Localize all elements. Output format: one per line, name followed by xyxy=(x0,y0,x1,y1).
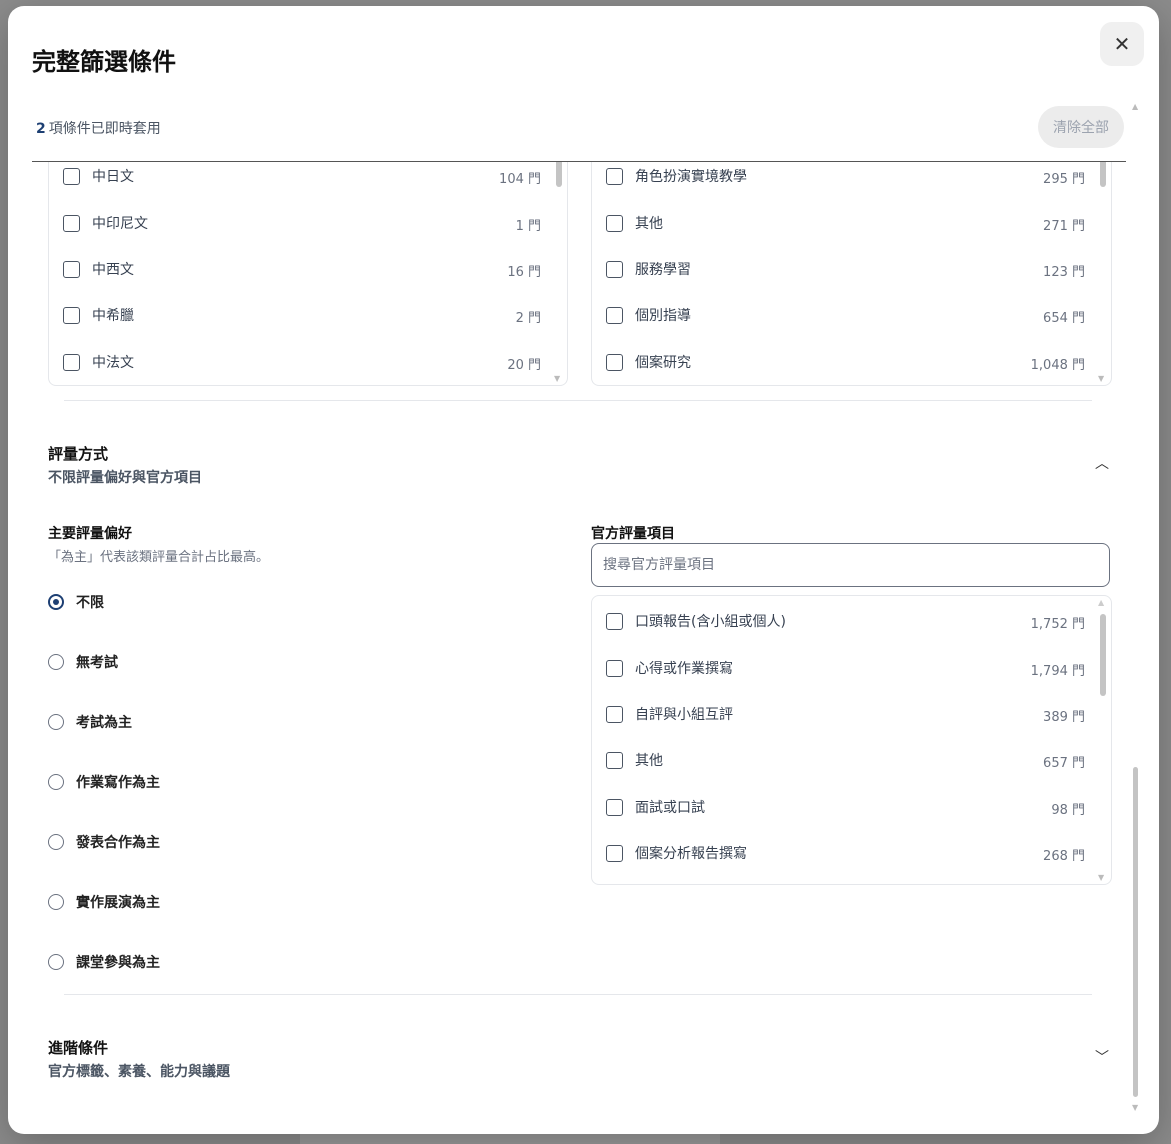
item-count: 271 門 xyxy=(1043,219,1085,234)
checkbox[interactable] xyxy=(63,353,80,371)
clear-all-button[interactable]: 清除全部 xyxy=(1038,106,1124,148)
list-item[interactable]: 服務學習 xyxy=(606,258,691,280)
official-title: 官方評量項目 xyxy=(591,526,675,542)
chevron-up-icon[interactable]: ︿ xyxy=(1095,453,1109,473)
modal-scroll-area: 中日文 104 門 中印尼文 1 門 中西文 16 門 中希臘 2 門 中法文 xyxy=(8,162,1159,1134)
item-count: 20 門 xyxy=(507,358,541,373)
assessment-subtitle: 不限評量偏好與官方項目 xyxy=(48,470,202,486)
item-count: 123 門 xyxy=(1043,265,1085,280)
assessment-title: 評量方式 xyxy=(48,445,109,463)
checkbox[interactable] xyxy=(606,612,623,630)
listbox-scrollbar[interactable]: ▼ xyxy=(1098,162,1108,385)
advanced-title: 進階條件 xyxy=(48,1039,109,1057)
item-count: 2 門 xyxy=(515,311,541,326)
chevron-down-icon[interactable]: ﹀ xyxy=(1095,1047,1109,1067)
close-button[interactable]: ✕ xyxy=(1100,22,1144,66)
checkbox[interactable] xyxy=(606,214,623,232)
preference-note: 「為主」代表該類評量合計占比最高。 xyxy=(48,550,270,565)
radio-button[interactable] xyxy=(48,834,64,850)
radio-option[interactable]: 作業寫作為主 xyxy=(48,771,160,793)
list-item[interactable]: 中印尼文 xyxy=(63,212,148,234)
radio-option[interactable]: 考試為主 xyxy=(48,711,132,733)
radio-option[interactable]: 實作展演為主 xyxy=(48,891,160,913)
section-divider xyxy=(64,400,1092,401)
list-item[interactable]: 其他 xyxy=(606,212,663,234)
official-items-listbox: 口頭報告(含小組或個人) 1,752 門 心得或作業撰寫 1,794 門 自評與… xyxy=(591,595,1112,885)
checkbox[interactable] xyxy=(606,306,623,324)
listbox-scrollbar-thumb[interactable] xyxy=(1100,614,1106,696)
radio-option[interactable]: 課堂參與為主 xyxy=(48,951,160,973)
preference-title: 主要評量偏好 xyxy=(48,526,132,542)
radio-button[interactable] xyxy=(48,654,64,670)
radio-button[interactable] xyxy=(48,594,64,610)
list-item[interactable]: 中法文 xyxy=(63,351,134,373)
radio-option[interactable]: 不限 xyxy=(48,591,104,613)
item-count: 1,752 門 xyxy=(1030,617,1085,632)
item-count: 268 門 xyxy=(1043,849,1085,864)
section-divider xyxy=(64,994,1092,995)
item-count: 16 門 xyxy=(507,265,541,280)
scroll-up-arrow-icon[interactable]: ▲ xyxy=(1098,598,1104,607)
list-item[interactable]: 中希臘 xyxy=(63,304,134,326)
advanced-subtitle: 官方標籤、素養、能力與議題 xyxy=(48,1064,230,1080)
listbox-scrollbar[interactable]: ▼ xyxy=(554,162,564,385)
filter-modal: 完整篩選條件 ✕ 2 項條件已即時套用 清除全部 ▲ ▼ 中日文 104 門 中印… xyxy=(8,6,1159,1134)
checkbox[interactable] xyxy=(63,260,80,278)
list-item[interactable]: 面試或口試 xyxy=(606,796,705,818)
list-item[interactable]: 自評與小組互評 xyxy=(606,703,733,725)
radio-option[interactable]: 無考試 xyxy=(48,651,118,673)
list-item[interactable]: 口頭報告(含小組或個人) xyxy=(606,610,786,632)
checkbox[interactable] xyxy=(606,705,623,723)
item-count: 654 門 xyxy=(1043,311,1085,326)
checkbox[interactable] xyxy=(606,167,623,185)
listbox-scrollbar-thumb[interactable] xyxy=(1100,162,1106,187)
item-count: 295 門 xyxy=(1043,172,1085,187)
radio-button[interactable] xyxy=(48,714,64,730)
list-item[interactable]: 個案分析報告撰寫 xyxy=(606,842,747,864)
checkbox[interactable] xyxy=(63,167,80,185)
teaching-method-listbox: 角色扮演實境教學 295 門 其他 271 門 服務學習 123 門 個別指導 … xyxy=(591,162,1112,386)
language-listbox: 中日文 104 門 中印尼文 1 門 中西文 16 門 中希臘 2 門 中法文 xyxy=(48,162,568,386)
list-item[interactable]: 角色扮演實境教學 xyxy=(606,165,747,187)
applied-count: 2 xyxy=(36,121,46,137)
item-count: 98 門 xyxy=(1051,803,1085,818)
checkbox[interactable] xyxy=(606,260,623,278)
modal-title: 完整篩選條件 xyxy=(32,48,176,76)
checkbox[interactable] xyxy=(63,214,80,232)
applied-text: 項條件已即時套用 xyxy=(48,121,161,137)
item-count: 657 門 xyxy=(1043,756,1085,771)
item-count: 1,794 門 xyxy=(1030,664,1085,679)
checkbox[interactable] xyxy=(63,306,80,324)
item-count: 104 門 xyxy=(499,172,541,187)
close-icon: ✕ xyxy=(1113,33,1131,56)
list-item[interactable]: 中日文 xyxy=(63,165,134,187)
list-item[interactable]: 個別指導 xyxy=(606,304,691,326)
item-count: 389 門 xyxy=(1043,710,1085,725)
checkbox[interactable] xyxy=(606,353,623,371)
item-count: 1,048 門 xyxy=(1030,358,1085,373)
radio-button[interactable] xyxy=(48,894,64,910)
item-count: 1 門 xyxy=(515,219,541,234)
scroll-up-arrow-icon[interactable]: ▲ xyxy=(1132,102,1138,111)
scroll-down-arrow-icon[interactable]: ▼ xyxy=(1098,374,1104,383)
list-item[interactable]: 個案研究 xyxy=(606,351,691,373)
list-item[interactable]: 心得或作業撰寫 xyxy=(606,657,733,679)
radio-option[interactable]: 發表合作為主 xyxy=(48,831,160,853)
listbox-scrollbar-thumb[interactable] xyxy=(556,162,562,187)
listbox-scrollbar[interactable]: ▲ ▼ xyxy=(1098,596,1108,884)
applied-summary: 2 項條件已即時套用 xyxy=(36,118,161,138)
list-item[interactable]: 中西文 xyxy=(63,258,134,280)
scroll-down-arrow-icon[interactable]: ▼ xyxy=(1098,873,1104,882)
official-search-input[interactable] xyxy=(591,543,1110,587)
scroll-down-arrow-icon[interactable]: ▼ xyxy=(554,374,560,383)
checkbox[interactable] xyxy=(606,798,623,816)
checkbox[interactable] xyxy=(606,844,623,862)
radio-button[interactable] xyxy=(48,954,64,970)
checkbox[interactable] xyxy=(606,751,623,769)
radio-button[interactable] xyxy=(48,774,64,790)
list-item[interactable]: 其他 xyxy=(606,749,663,771)
checkbox[interactable] xyxy=(606,659,623,677)
